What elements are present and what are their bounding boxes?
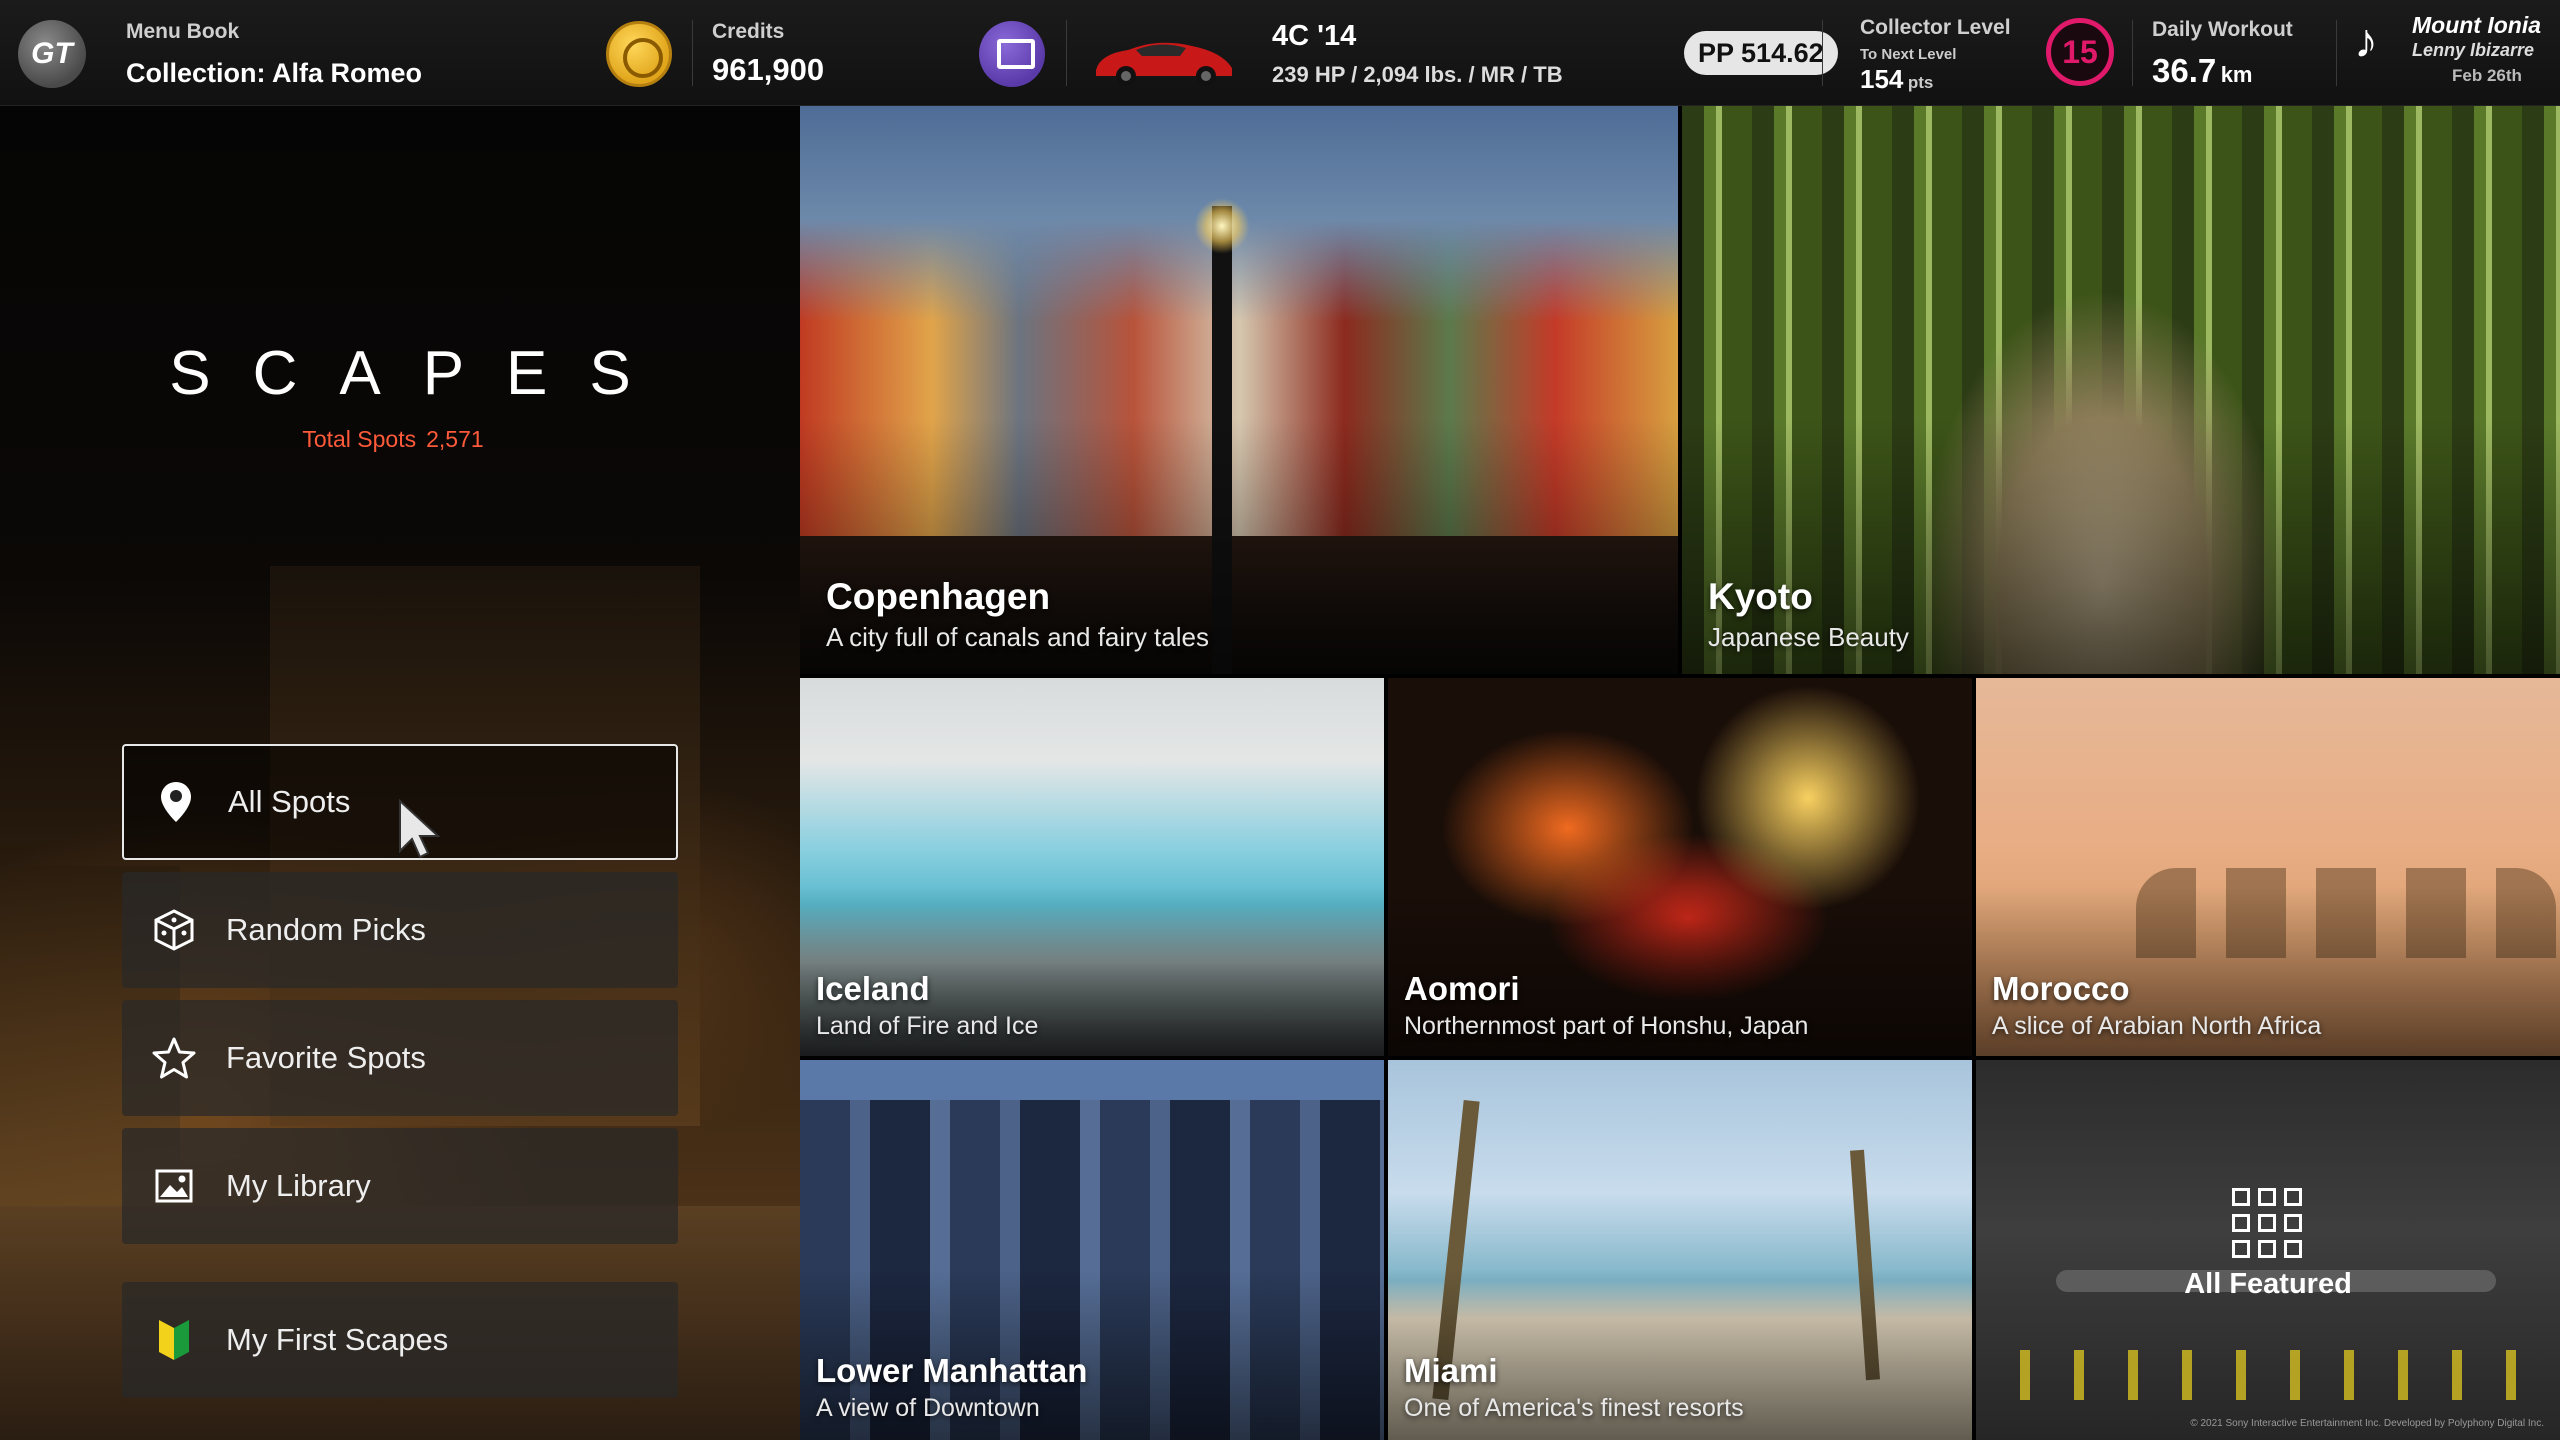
spot-name: Aomori: [1404, 970, 1520, 1007]
menu-label: Favorite Spots: [226, 1040, 426, 1075]
divider: [692, 20, 693, 86]
random-picks-button[interactable]: Random Picks: [122, 872, 678, 988]
menu-book-label: Menu Book: [126, 20, 240, 43]
pointer-cursor-icon: [399, 799, 441, 859]
car-specs: 239 HP / 2,094 lbs. / MR / TB: [1272, 62, 1563, 87]
spot-description: A view of Downtown: [816, 1394, 1040, 1422]
music-title: Mount Ionia: [2412, 12, 2542, 38]
credits-label: Credits: [712, 20, 785, 43]
credits-value: 961,900: [712, 52, 825, 87]
daily-workout-label: Daily Workout: [2152, 18, 2293, 41]
spot-description: A city full of canals and fairy tales: [826, 622, 1209, 652]
music-artist: Lenny Ibizarre: [2412, 40, 2535, 60]
spot-tile-lower-manhattan[interactable]: Lower Manhattan A view of Downtown: [800, 1060, 1384, 1440]
star-icon: [122, 1037, 226, 1079]
spot-name: Miami: [1404, 1352, 1498, 1389]
beginner-leaf-icon: [122, 1318, 226, 1362]
spot-name: Morocco: [1992, 970, 2130, 1007]
scapes-menu-panel: SCAPES Total Spots 2,571 All Spots Random…: [0, 106, 800, 1440]
grid-icon: [2232, 1188, 2302, 1258]
all-featured-tile[interactable]: All Featured © 2021 Sony Interactive Ent…: [1976, 1060, 2560, 1440]
dice-icon: [122, 909, 226, 951]
my-library-button[interactable]: My Library: [122, 1128, 678, 1244]
menu-label: All Spots: [228, 784, 351, 819]
divider: [1066, 20, 1067, 86]
daily-workout-value: 36.7 km: [2152, 52, 2253, 89]
spot-tile-morocco[interactable]: Morocco A slice of Arabian North Africa: [1976, 678, 2560, 1056]
favorite-spots-button[interactable]: Favorite Spots: [122, 1000, 678, 1116]
spot-description: Land of Fire and Ice: [816, 1012, 1039, 1040]
spot-tile-iceland[interactable]: Iceland Land of Fire and Ice: [800, 678, 1384, 1056]
car-thumbnail: [1096, 42, 1232, 86]
gt-logo-icon[interactable]: GT: [18, 20, 86, 88]
menu-label: Random Picks: [226, 912, 426, 947]
menu-label: My First Scapes: [226, 1322, 449, 1357]
spot-name: Lower Manhattan: [816, 1352, 1088, 1389]
collector-points: 154 pts: [1860, 64, 1934, 94]
garage-curb: [1976, 1350, 2560, 1400]
spot-description: Northernmost part of Honshu, Japan: [1404, 1012, 1809, 1040]
collector-level-badge: 15: [2046, 18, 2114, 86]
date-label: Feb 26th: [2452, 66, 2522, 85]
spot-name: Copenhagen: [826, 576, 1051, 617]
image-icon: [122, 1169, 226, 1203]
music-note-icon: ♪: [2354, 15, 2378, 68]
credits-coin-icon: [606, 21, 672, 87]
scapes-title: SCAPES: [169, 339, 673, 408]
spot-description: One of America's finest resorts: [1404, 1394, 1744, 1422]
collector-level-label: Collector Level: [1860, 16, 2011, 39]
spot-tile-copenhagen[interactable]: Copenhagen A city full of canals and fai…: [800, 106, 1678, 674]
garage-icon[interactable]: [979, 21, 1045, 87]
collection-label: Collection: Alfa Romeo: [126, 58, 423, 88]
spot-tile-kyoto[interactable]: Kyoto Japanese Beauty: [1682, 106, 2560, 674]
total-spots: Total Spots 2,571: [302, 426, 484, 452]
divider: [2132, 20, 2133, 86]
next-level-label: To Next Level: [1860, 46, 1957, 63]
copyright-text: © 2021 Sony Interactive Entertainment In…: [2190, 1418, 2544, 1429]
my-first-scapes-button[interactable]: My First Scapes: [122, 1282, 678, 1398]
divider: [1822, 20, 1823, 86]
spot-name: Iceland: [816, 970, 930, 1007]
spot-description: A slice of Arabian North Africa: [1992, 1012, 2322, 1040]
car-name: 4C '14: [1272, 20, 1357, 52]
spot-name: Kyoto: [1708, 576, 1813, 617]
location-pin-icon: [124, 780, 228, 824]
spot-tile-miami[interactable]: Miami One of America's finest resorts: [1388, 1060, 1972, 1440]
spot-description: Japanese Beauty: [1708, 622, 1909, 652]
menu-label: My Library: [226, 1168, 371, 1203]
top-status-bar: GT Menu Book Collection: Alfa Romeo Cred…: [0, 0, 2560, 106]
divider: [2336, 20, 2337, 86]
pp-badge: PP 514.62: [1684, 31, 1838, 75]
all-featured-label: All Featured: [2184, 1268, 2352, 1300]
spot-tile-aomori[interactable]: Aomori Northernmost part of Honshu, Japa…: [1388, 678, 1972, 1056]
